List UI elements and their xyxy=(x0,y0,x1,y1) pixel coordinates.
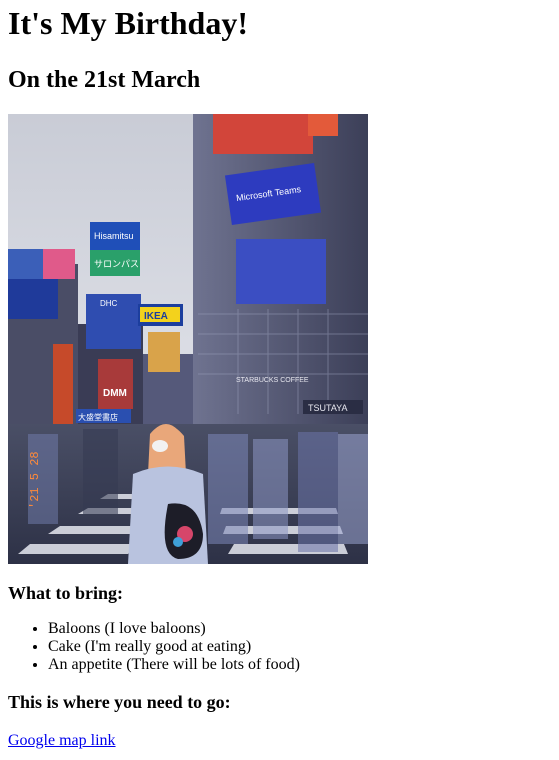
sign-hisamitsu: Hisamitsu xyxy=(94,231,134,241)
birthday-photo: Hisamitsu サロンパス DHC IKEA DMM 大盛堂書店 Micro… xyxy=(8,114,368,564)
bring-list: Baloons (I love baloons) Cake (I'm reall… xyxy=(8,620,551,674)
page: It's My Birthday! On the 21st March Hisa… xyxy=(0,0,559,751)
sign-ikea: IKEA xyxy=(144,311,168,322)
sign-taiseido: 大盛堂書店 xyxy=(78,412,118,422)
list-item: An appetite (There will be lots of food) xyxy=(48,656,551,674)
date-subtitle: On the 21st March xyxy=(8,67,201,93)
photo-date-stamp: '21 5 28 xyxy=(28,451,42,509)
google-map-link[interactable]: Google map link xyxy=(8,731,116,751)
sign-pink xyxy=(8,249,43,279)
bring-heading: What to bring: xyxy=(8,583,124,603)
location-heading: This is where you need to go: xyxy=(8,692,231,712)
list-item: Cake (I'm really good at eating) xyxy=(48,638,551,656)
list-item: Baloons (I love baloons) xyxy=(48,620,551,638)
page-title: It's My Birthday! xyxy=(8,5,248,41)
sign-tsutaya: TSUTAYA xyxy=(308,403,348,413)
sign-dhc: DHC xyxy=(100,299,118,308)
sign-starbucks: STARBUCKS COFFEE xyxy=(236,377,309,384)
sign-salonpas: サロンパス xyxy=(94,259,139,270)
sign-dmm: DMM xyxy=(103,388,127,399)
